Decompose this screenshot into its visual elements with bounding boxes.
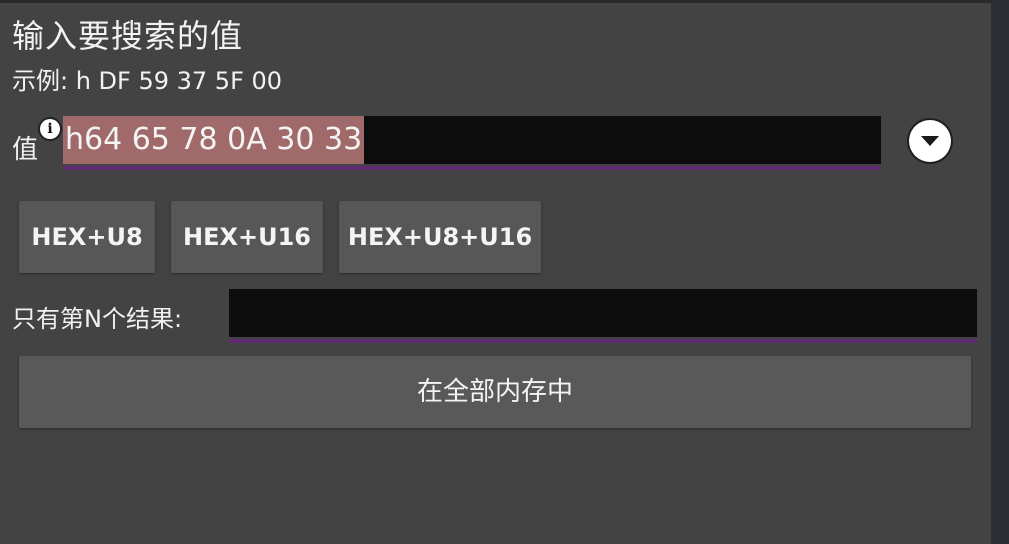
hex-u8-u16-button[interactable]: HEX+U8+U16 (339, 201, 541, 273)
dropdown-button[interactable] (909, 120, 951, 162)
nth-result-underline (229, 339, 977, 343)
nth-result-label: 只有第N个结果: (12, 305, 183, 333)
screen-edge (991, 0, 1009, 544)
value-input[interactable]: h64 65 78 0A 30 33 (63, 116, 881, 164)
hex-u16-button[interactable]: HEX+U16 (171, 201, 323, 273)
value-input-text: h64 65 78 0A 30 33 (63, 116, 365, 164)
chevron-down-icon (921, 136, 939, 146)
info-icon[interactable]: i (40, 119, 60, 139)
value-label: 值 (12, 135, 39, 165)
all-memory-button[interactable]: 在全部内存中 (19, 356, 971, 428)
hex-u8-button[interactable]: HEX+U8 (19, 201, 155, 273)
dialog-title: 输入要搜索的值 (12, 17, 244, 55)
search-dialog: 输入要搜索的值 示例: h DF 59 37 5F 00 值 i h64 65 … (0, 0, 991, 544)
value-input-underline (63, 166, 881, 170)
example-hint: 示例: h DF 59 37 5F 00 (12, 67, 283, 95)
nth-result-input[interactable] (229, 289, 977, 337)
